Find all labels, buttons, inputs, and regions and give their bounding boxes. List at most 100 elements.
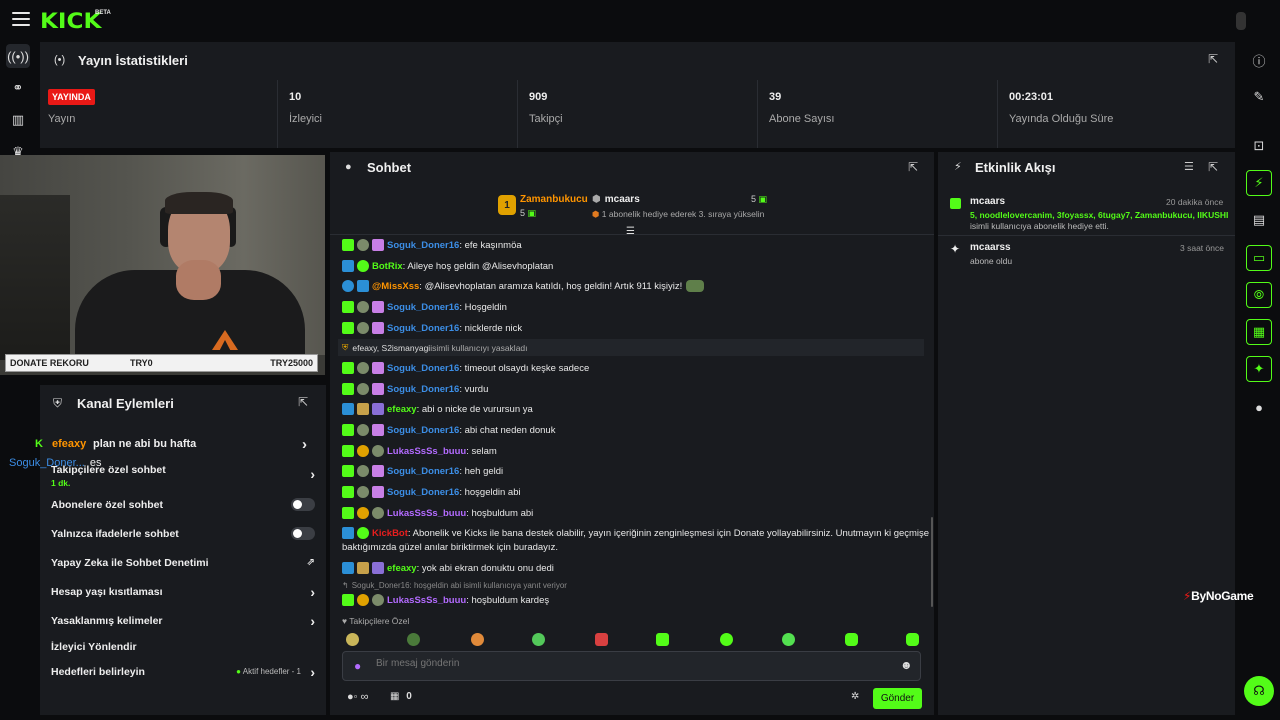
emote-icon[interactable]: [720, 633, 733, 646]
bynogame-watermark: ⚡ByNoGame: [1183, 589, 1254, 603]
stream-overlay-line2: Soguk_Doner... es: [9, 457, 102, 469]
chevron-right-icon: ›: [310, 466, 315, 482]
emote-icon[interactable]: [471, 633, 484, 646]
stat-label: Yayında Olduğu Süre: [1009, 113, 1114, 125]
emote-icon[interactable]: [906, 633, 919, 646]
mic-icon[interactable]: ●: [354, 659, 361, 673]
chat-message: Soguk_Doner16: heh geldi: [342, 465, 922, 477]
popout-icon[interactable]: ⇱: [908, 160, 918, 174]
stat-label: Abone Sayısı: [769, 113, 835, 125]
chat-message: LukasSsSs_buuu: hoşbuldum abi: [342, 507, 922, 519]
activity-text: abone oldu: [970, 256, 1013, 266]
leader-user1[interactable]: Zamanbukucu: [520, 194, 588, 205]
chat-message: Soguk_Doner16: timeout olsaydı keşke sad…: [342, 362, 922, 374]
activity-time: 3 saat önce: [1180, 243, 1224, 253]
activity-time: 20 dakika önce: [1166, 197, 1224, 207]
sparkle-icon: ✦: [950, 242, 961, 256]
activity-user[interactable]: mcaarss: [970, 242, 1011, 253]
live-badge: YAYINDA: [48, 89, 95, 105]
subs-only-toggle[interactable]: [291, 498, 315, 511]
goals-row[interactable]: Hedefleri belirleyin ● Aktif hedefler - …: [51, 664, 315, 680]
lightning-icon: ⚡: [954, 161, 962, 173]
broadcast-icon[interactable]: ((•)): [6, 44, 30, 68]
stats-title: Yayın İstatistikleri: [78, 53, 188, 68]
popout-icon[interactable]: ⇱: [298, 395, 308, 409]
ai-moderation-row[interactable]: Yapay Zeka ile Sohbet Denetimi ⇗: [51, 557, 315, 569]
emote-icon[interactable]: [845, 633, 858, 646]
wrench-icon[interactable]: ✦: [1246, 356, 1272, 382]
top-bar: KICK BETA: [0, 0, 1280, 40]
store-icon[interactable]: ▦: [1246, 319, 1272, 345]
chart-icon[interactable]: ▥: [6, 108, 30, 132]
channel-actions-title: Kanal Eylemleri: [77, 396, 174, 411]
channel-actions-panel: ⛨ Kanal Eylemleri ⇱ Takipçilere özel soh…: [40, 385, 326, 715]
chat-icon[interactable]: ▭: [1246, 245, 1272, 271]
user-avatar[interactable]: [1236, 12, 1246, 30]
donate-min: TRY0: [130, 358, 153, 368]
chevron-right-icon: ›: [310, 613, 315, 629]
emoji-icon[interactable]: ☻: [900, 658, 913, 672]
chat-message: efeaxy: abi o nicke de vurursun ya: [342, 403, 922, 415]
activity-title: Etkinlik Akışı: [975, 160, 1056, 175]
chat-input[interactable]: [376, 658, 876, 669]
lightning-icon[interactable]: ⚡: [1246, 170, 1272, 196]
broadcast-toggle-icon[interactable]: ⦾: [1246, 282, 1272, 308]
reply-indicator: ↰ Soguk_Doner16: hoşgeldin abi isimli kul…: [342, 581, 567, 590]
chat-input-box[interactable]: ● ☻: [342, 651, 921, 681]
leader-user2[interactable]: ⬢ mcaars: [592, 194, 640, 205]
leader-sub-text: ⬢ 1 abonelik hediye ederek 3. sıraya yük…: [592, 209, 765, 219]
viewer-redirect-label: İzleyici Yönlendir: [51, 641, 137, 653]
chat-scrollbar[interactable]: [931, 517, 933, 607]
chat-title: Sohbet: [367, 160, 412, 175]
collapse-icon[interactable]: ☰: [626, 226, 635, 237]
stat-label: Yayın: [48, 113, 76, 125]
donate-max: TRY25000: [270, 358, 313, 368]
stream-preview[interactable]: DONATE REKORU TRY0 TRY25000: [0, 155, 325, 375]
menu-icon[interactable]: [12, 12, 30, 28]
stat-followers: 909 Takipçi: [517, 80, 757, 148]
chat-message: Soguk_Doner16: vurdu: [342, 383, 922, 395]
popout-icon[interactable]: ⇱: [1208, 52, 1218, 66]
filter-icon[interactable]: ☰: [1184, 160, 1194, 173]
stat-label: Takipçi: [529, 113, 563, 125]
screen-icon[interactable]: ⊡: [1246, 133, 1272, 159]
account-age-row[interactable]: Hesap yaşı kısıtlaması ›: [51, 584, 315, 600]
chevron-right-icon: ›: [302, 436, 307, 453]
beta-label: BETA: [95, 10, 111, 16]
info-icon[interactable]: ⓘ: [1246, 47, 1272, 73]
emote-icon[interactable]: [595, 633, 608, 646]
banned-words-row[interactable]: Yasaklanmış kelimeler ›: [51, 613, 315, 629]
chat-panel: ● Sohbet ⇱ 1 Zamanbukucu 5 ▣ ⬢ mcaars 5 ▣…: [330, 152, 934, 715]
activity-recipients: 5, noodlelovercanim, 3foyassx, 6tugay7, …: [970, 210, 1229, 220]
pencil-icon[interactable]: ✎: [1246, 84, 1272, 110]
document-icon[interactable]: ▤: [1246, 207, 1272, 233]
users-icon[interactable]: ●: [1246, 394, 1272, 420]
kicks-balance[interactable]: ▦ 0: [390, 691, 412, 702]
stat-stream: YAYINDA Yayın: [40, 80, 277, 148]
emote-icon[interactable]: [346, 633, 359, 646]
send-button[interactable]: Gönder: [873, 688, 922, 709]
stream-overlay-line1: K efeaxy plan ne abi bu hafta ›: [35, 436, 307, 453]
emote-icon[interactable]: [782, 633, 795, 646]
subs-only-row: Abonelere özel sohbet: [51, 498, 315, 511]
chat-message: LukasSsSs_buuu: hoşbuldum kardeş: [342, 594, 922, 606]
activity-user[interactable]: mcaars: [970, 196, 1005, 207]
kick-logo[interactable]: KICK: [40, 9, 101, 33]
gear-icon[interactable]: ✲: [851, 691, 859, 702]
emotes-only-toggle[interactable]: [291, 527, 315, 540]
popout-icon[interactable]: ⇱: [1208, 160, 1218, 174]
link-icon[interactable]: ⚭: [6, 76, 30, 100]
chat-message: Soguk_Doner16: efe kaşınmöa: [342, 239, 922, 251]
emote-icon[interactable]: [407, 633, 420, 646]
gift-icon: [950, 198, 961, 209]
chevron-right-icon: ›: [310, 664, 315, 680]
subs-only-label: Abonelere özel sohbet: [51, 499, 164, 511]
stat-value: 10: [289, 91, 302, 103]
users-infinity[interactable]: ●◦ ∞: [347, 691, 368, 703]
support-icon[interactable]: ☊: [1244, 676, 1274, 706]
emote-icon[interactable]: [656, 633, 669, 646]
viewer-redirect-row[interactable]: İzleyici Yönlendir: [51, 641, 315, 653]
chat-message: @MissXss: @Alisevhoplatan aramıza katıld…: [342, 280, 922, 292]
stat-label: İzleyici: [289, 113, 323, 125]
emote-icon[interactable]: [532, 633, 545, 646]
